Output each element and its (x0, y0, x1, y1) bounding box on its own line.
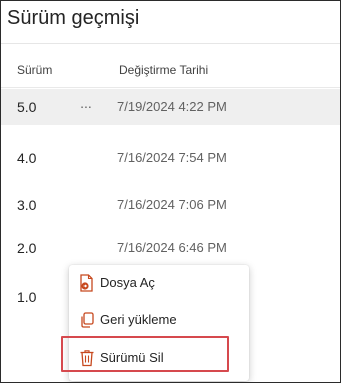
more-options-button[interactable]: ... (77, 95, 95, 115)
version-history-panel: Sürüm geçmişi Sürüm Değiştirme Tarihi 5.… (0, 0, 341, 383)
table-row[interactable]: 3.0 7/16/2024 7:06 PM (1, 187, 340, 223)
modified-date: 7/16/2024 6:46 PM (117, 240, 227, 255)
panel-title-text: Sürüm geçmişi (7, 7, 140, 29)
highlight-box (61, 336, 229, 372)
header-divider (1, 87, 340, 88)
column-header-version-label: Sürüm (17, 63, 53, 77)
menu-item-open-file[interactable]: Dosya Aç (69, 266, 249, 300)
column-header-modified-label: Değiştirme Tarihi (119, 63, 209, 77)
menu-item-label: Geri yükleme (100, 312, 177, 327)
modified-date: 7/16/2024 7:06 PM (117, 197, 227, 212)
table-row[interactable]: 4.0 7/16/2024 7:54 PM (1, 140, 340, 176)
version-number: 4.0 (17, 150, 37, 166)
title-divider (1, 43, 340, 44)
menu-item-restore[interactable]: Geri yükleme (69, 303, 249, 337)
panel-title: Sürüm geçmişi (7, 7, 139, 30)
menu-item-label: Dosya Aç (100, 275, 155, 290)
table-row[interactable]: 5.0 ... 7/19/2024 4:22 PM (1, 89, 340, 125)
modified-date: 7/19/2024 4:22 PM (117, 99, 227, 114)
version-number: 5.0 (17, 99, 37, 115)
version-number: 1.0 (17, 289, 37, 305)
table-row[interactable]: 2.0 7/16/2024 6:46 PM (1, 230, 340, 266)
restore-copy-icon (79, 311, 95, 329)
column-header-version[interactable]: Sürüm (17, 63, 52, 77)
version-number: 2.0 (17, 240, 37, 256)
column-header-modified[interactable]: Değiştirme Tarihi (119, 63, 208, 77)
document-open-icon (79, 274, 95, 292)
version-number: 3.0 (17, 197, 37, 213)
modified-date: 7/16/2024 7:54 PM (117, 150, 227, 165)
